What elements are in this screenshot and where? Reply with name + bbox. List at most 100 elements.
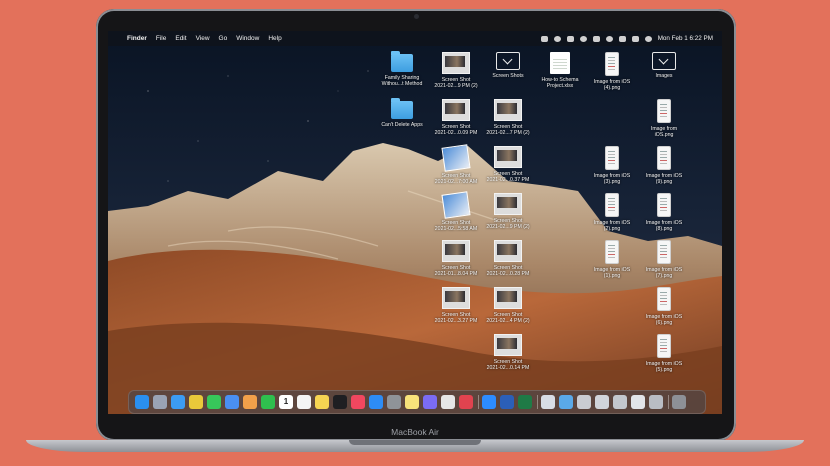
desktop-item[interactable]: Screen Shot 2021-02...9 PM (2)	[427, 52, 485, 90]
menu-edit[interactable]: Edit	[175, 35, 186, 42]
facetime-icon[interactable]	[261, 395, 275, 409]
desktop-item-label-line: 2021-02...0.28 PM	[486, 271, 530, 278]
red-app-icon[interactable]	[459, 395, 473, 409]
safari-icon[interactable]	[171, 395, 185, 409]
messages-icon[interactable]	[207, 395, 221, 409]
desktop-item-label: Image from iOS (5).png	[635, 361, 693, 374]
desktop-item[interactable]: Images	[635, 52, 693, 79]
reminders-icon[interactable]	[297, 395, 311, 409]
screenshot-thumbnail	[442, 240, 470, 262]
desktop-item[interactable]: Screen Shot 2021-02...0.28 PM	[479, 240, 537, 278]
chrome-icon[interactable]	[189, 395, 203, 409]
zoom-icon[interactable]	[482, 395, 496, 409]
system-preferences-icon[interactable]	[387, 395, 401, 409]
desktop-item[interactable]: Screen Shot 2021-02...3.27 PM	[427, 287, 485, 325]
notes-yellow-icon[interactable]	[405, 395, 419, 409]
menu-file[interactable]: File	[156, 35, 166, 42]
preview-icon[interactable]	[541, 395, 555, 409]
recent-doc-icon[interactable]	[649, 395, 663, 409]
dock-separator	[537, 395, 538, 409]
image-thumbnail	[605, 240, 619, 264]
desktop-item[interactable]: Family Sharing Withou...t Method	[373, 51, 431, 88]
app-store-icon[interactable]	[369, 395, 383, 409]
menu-clock[interactable]: Mon Feb 1 6:22 PM	[658, 35, 713, 42]
screenshot-thumbnail	[494, 193, 522, 215]
photos-icon[interactable]	[243, 395, 257, 409]
desktop-item-label-line: 2021-02...7 PM (2)	[486, 130, 530, 137]
notes-icon[interactable]	[315, 395, 329, 409]
desktop-item-label-line: (7).png	[655, 273, 673, 280]
desktop-item-label-line: (1).png	[603, 273, 621, 280]
menu-view[interactable]: View	[196, 35, 210, 42]
desktop-item[interactable]: Image from iOS (4).png	[583, 52, 641, 92]
desktop-item[interactable]: Image from iOS (7).png	[635, 240, 693, 280]
desktop-item[interactable]: Screen Shot 2021-02...7:00 AM	[427, 144, 485, 186]
siri-icon[interactable]	[644, 35, 652, 42]
status-app-icon[interactable]	[579, 35, 587, 42]
trash-icon[interactable]	[672, 395, 686, 409]
status-app-icon[interactable]	[540, 35, 548, 42]
folder-icon	[391, 51, 413, 72]
desktop-item[interactable]: Image from iOS (2).png	[583, 193, 641, 233]
desktop-item[interactable]: Screen Shot 2021-01...8.04 PM	[427, 240, 485, 278]
screenshot-thumbnail	[441, 144, 471, 172]
desktop-item[interactable]: Screen Shot 2021-02...7 PM (2)	[479, 99, 537, 137]
desktop-item-label: Screen Shot 2021-02...9 PM (2)	[427, 77, 485, 90]
tv-icon[interactable]	[333, 395, 347, 409]
desktop-item-label: Screen Shot 2021-02...9 PM (2)	[479, 218, 537, 231]
menu-help[interactable]: Help	[268, 35, 281, 42]
desktop-item-label: Image from iOS (3).png	[583, 173, 641, 186]
screenshot-thumbnail	[442, 99, 470, 121]
downloads-folder-icon[interactable]	[559, 395, 573, 409]
desktop-item[interactable]: Can't Delete Apps	[373, 98, 431, 128]
desktop-item[interactable]: Image from iOS.png	[635, 99, 693, 139]
desktop-item[interactable]: Image from iOS (5).png	[635, 334, 693, 374]
wifi-icon[interactable]	[605, 35, 613, 42]
desktop-item[interactable]: Screen Shots	[479, 52, 537, 79]
desktop-item-label-line: (8).png	[655, 226, 673, 233]
excel-icon[interactable]	[518, 395, 532, 409]
stack-icon[interactable]	[577, 395, 591, 409]
desktop-item[interactable]: Screen Shot 2021-02...9 PM (2)	[479, 193, 537, 231]
image-thumbnail	[657, 99, 671, 123]
control-center-icon[interactable]	[631, 35, 639, 42]
desktop-item[interactable]: Image from iOS (8).png	[635, 193, 693, 233]
desktop-item[interactable]: Image from iOS (9).png	[635, 146, 693, 186]
desktop-item[interactable]: Image from iOS (3).png	[583, 146, 641, 186]
desktop-item[interactable]: Screen Shot 2021-02...0.09 PM	[427, 99, 485, 137]
desktop-item[interactable]: Screen Shot 2021-02...0.37 PM	[479, 146, 537, 184]
desktop-item-label: Screen Shot 2021-02...7:00 AM	[427, 173, 485, 186]
desktop-item[interactable]: Screen Shot 2021-02...0.14 PM	[479, 334, 537, 372]
status-app-icon[interactable]	[566, 35, 574, 42]
menu-go[interactable]: Go	[219, 35, 228, 42]
mail-icon[interactable]	[225, 395, 239, 409]
image-thumbnail	[657, 146, 671, 170]
dropbox-icon[interactable]	[592, 35, 600, 42]
screenshot-thumbnail	[442, 52, 470, 74]
status-app-icon[interactable]	[553, 35, 561, 42]
menu-window[interactable]: Window	[236, 35, 259, 42]
image-thumbnail	[605, 193, 619, 217]
menu-finder[interactable]: Finder	[127, 35, 147, 42]
screenshot-thumbnail	[494, 99, 522, 121]
desktop-item-label: Screen Shot 2021-02...0.09 PM	[427, 124, 485, 137]
desktop-item[interactable]: How-to Schema Project.xlsx	[531, 52, 589, 90]
desktop-item[interactable]: Image from iOS (1).png	[583, 240, 641, 280]
desktop-item-label: Screen Shot 2021-02...0.14 PM	[479, 359, 537, 372]
launchpad-icon[interactable]	[153, 395, 167, 409]
slack-icon[interactable]	[441, 395, 455, 409]
menu-bar: Finder File Edit View Go Window Help Mon…	[108, 31, 722, 46]
desktop-item[interactable]: Image from iOS (6).png	[635, 287, 693, 327]
recent-doc-icon[interactable]	[613, 395, 627, 409]
desktop-item[interactable]: Screen Shot 2021-02...4 PM (2)	[479, 287, 537, 325]
desktop-item[interactable]: Screen Shot 2021-02...5:58 AM	[427, 191, 485, 233]
word-icon[interactable]	[500, 395, 514, 409]
finder-icon[interactable]	[135, 395, 149, 409]
recent-doc-icon[interactable]	[631, 395, 645, 409]
search-icon[interactable]	[618, 35, 626, 42]
recent-doc-icon[interactable]	[595, 395, 609, 409]
music-icon[interactable]	[351, 395, 365, 409]
calendar-icon[interactable]: 1	[279, 395, 293, 409]
messenger-icon[interactable]	[423, 395, 437, 409]
status-area: Mon Feb 1 6:22 PM	[540, 31, 713, 46]
